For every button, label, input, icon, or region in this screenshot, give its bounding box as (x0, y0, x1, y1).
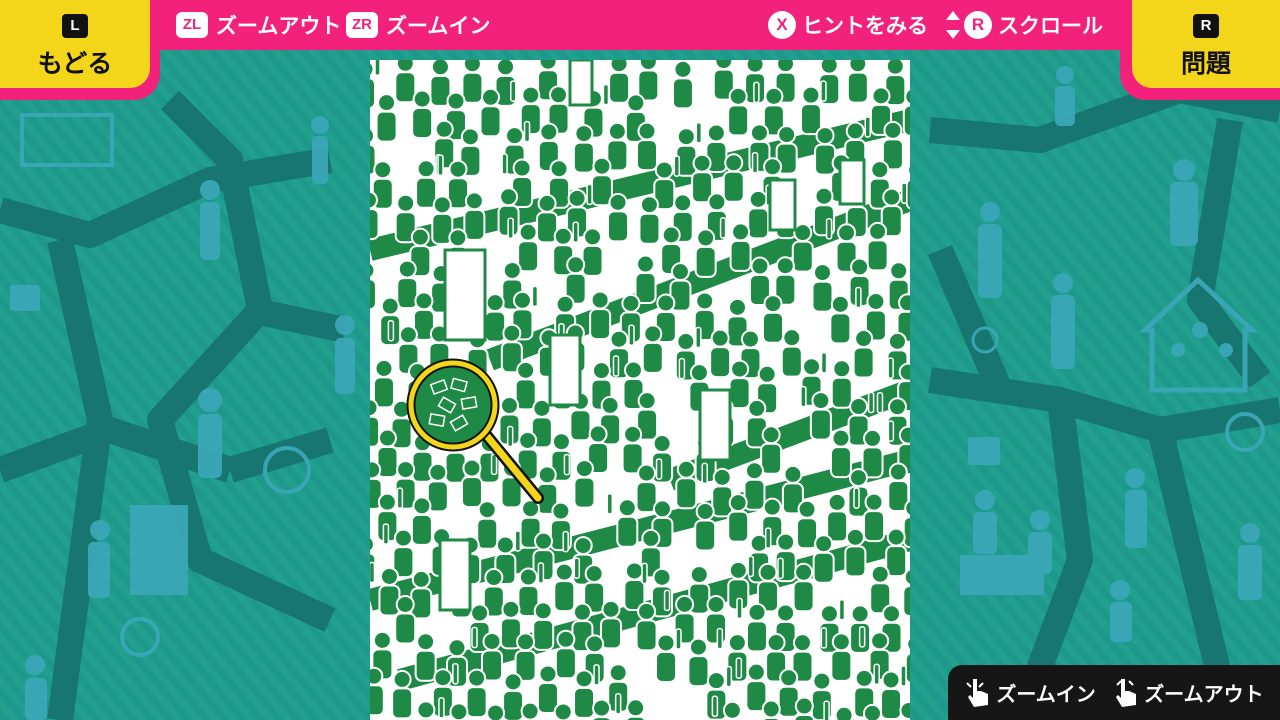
magnifier-icon[interactable] (370, 60, 910, 720)
zoom-out-label: ズームアウト (216, 14, 342, 38)
question-label: 問題 (1180, 49, 1231, 78)
l-button-icon: L (62, 14, 88, 38)
zr-button-icon: ZR (346, 12, 378, 38)
touch-zoom-out-label: ズームアウト (1144, 682, 1264, 706)
up-down-arrow-icon (946, 11, 960, 39)
touch-zoom-in-label: ズームイン (996, 682, 1096, 706)
back-label: もどる (37, 49, 113, 78)
x-button-icon: X (768, 11, 796, 39)
touch-controls: ズームイン ズームアウト (948, 665, 1280, 720)
zoom-in-label: ズームイン (386, 14, 491, 38)
scroll-label: スクロール (998, 14, 1103, 38)
touch-hand-icon (966, 678, 989, 707)
hint-label: ヒントをみる (802, 14, 928, 38)
back-button[interactable]: L もどる (0, 0, 150, 88)
zoom-out-hint[interactable]: ZL ズームアウト (176, 9, 341, 41)
question-corner: R 問題 (1120, 0, 1280, 100)
top-bar: ZL ズームアウト ZR ズームイン X ヒントをみる R スクロール (0, 0, 1280, 50)
zoom-in-hint[interactable]: ZR ズームイン (346, 9, 490, 41)
back-corner: L もどる (0, 0, 160, 100)
question-button[interactable]: R 問題 (1132, 0, 1280, 88)
r-button-icon: R (1193, 14, 1219, 38)
scroll-hint[interactable]: R スクロール (946, 9, 1103, 41)
r-stick-icon: R (964, 11, 992, 39)
puzzle-image[interactable] (370, 60, 910, 720)
hint-button[interactable]: X ヒントをみる (768, 9, 928, 41)
touch-zoom-out[interactable]: ズームアウト (1112, 677, 1264, 709)
touch-zoom-in[interactable]: ズームイン (964, 677, 1096, 709)
zl-button-icon: ZL (176, 12, 208, 38)
touch-hand-icon (1116, 678, 1137, 707)
